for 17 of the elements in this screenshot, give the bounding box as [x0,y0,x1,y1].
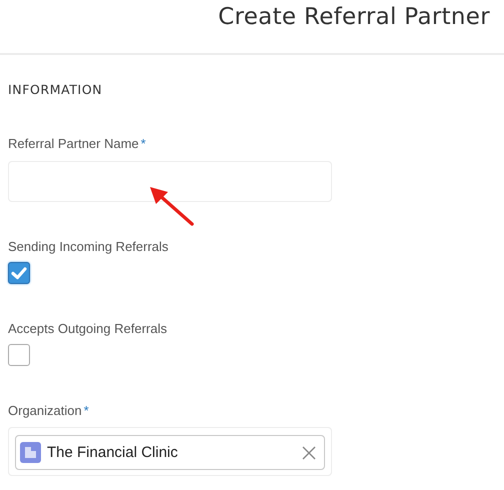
section-heading: INFORMATION [8,81,104,99]
page-title: Create Referral Partner [218,3,490,32]
required-asterisk: * [140,136,146,151]
required-asterisk: * [84,403,89,418]
building-icon [20,442,41,463]
close-icon[interactable] [302,446,316,460]
checkbox[interactable] [8,262,30,284]
selected-record-pill[interactable]: The Financial Clinic [15,435,325,470]
field-label: Organization [8,403,82,418]
field-label: Accepts Outgoing Referrals [8,321,167,336]
annotation-arrow [148,184,196,228]
field-label: Sending Incoming Referrals [8,239,168,254]
input-field[interactable] [8,161,332,202]
lookup-field[interactable]: The Financial Clinic [8,427,332,476]
checkbox[interactable] [8,344,30,366]
field-label: Referral Partner Name [8,136,139,151]
record-name: The Financial Clinic [47,444,179,461]
